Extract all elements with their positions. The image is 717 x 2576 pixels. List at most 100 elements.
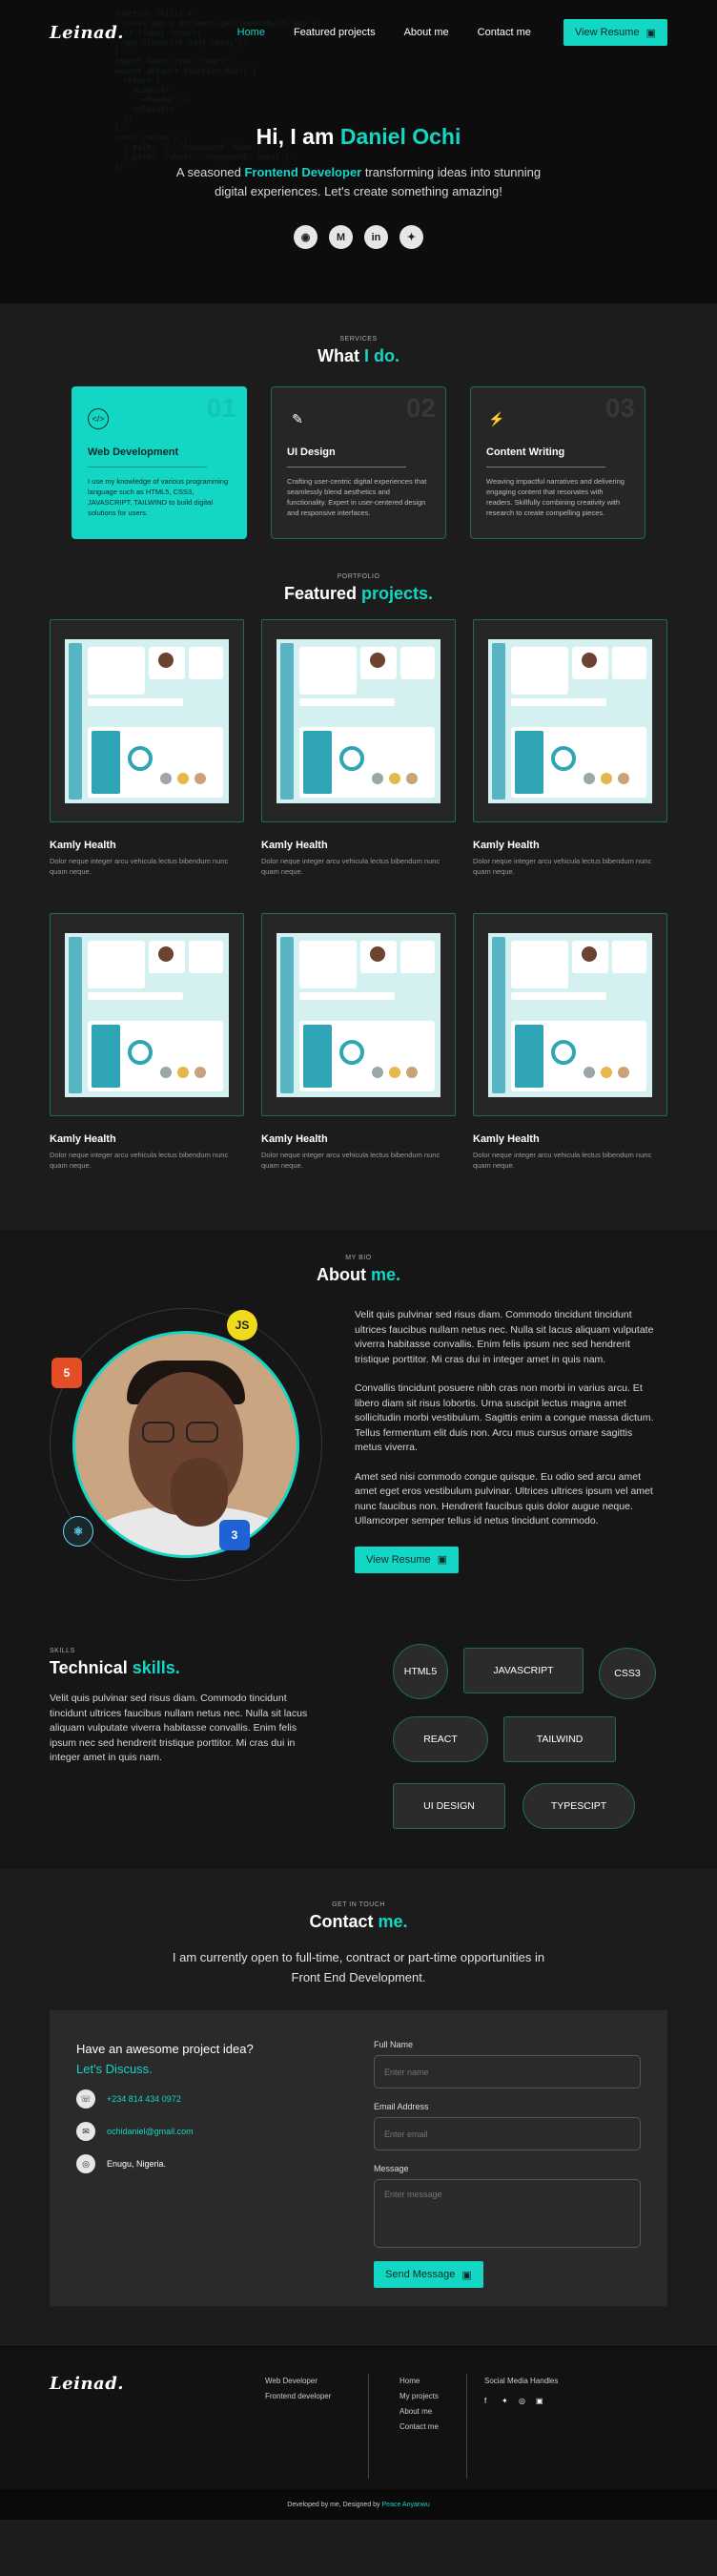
contact-title: Contact me.: [309, 1912, 408, 1931]
services-section: SERVICES What I do. 01 </> Web Developme…: [0, 303, 717, 539]
project-card[interactable]: Kamly Health Dolor neque integer arcu ve…: [473, 619, 667, 913]
services-title-accent: I do: [363, 346, 395, 365]
hero-content: Hi, I am Daniel Ochi A seasoned Frontend…: [0, 124, 717, 249]
linkedin-icon[interactable]: ▣: [536, 2394, 545, 2405]
project-thumbnail[interactable]: [50, 913, 244, 1116]
contact-location: ◎ Enugu, Nigeria.: [76, 2154, 353, 2173]
footer-link-about[interactable]: About me: [399, 2404, 466, 2420]
hero-greeting: Hi, I am: [256, 124, 340, 149]
service-title: Web Development: [88, 447, 179, 458]
contact-info: Have an awesome project idea? Let's Disc…: [76, 2042, 353, 2275]
briefcase-icon: ▣: [645, 27, 656, 39]
project-title: Kamly Health: [50, 840, 116, 851]
briefcase-icon: ▣: [437, 1554, 448, 1566]
about-label: MY BIO: [345, 1255, 372, 1261]
contact-box: Have an awesome project idea? Let's Disc…: [50, 2010, 667, 2306]
project-desc: Dolor neque integer arcu vehicula lectus…: [50, 1151, 229, 1170]
location-icon: ◎: [76, 2154, 95, 2173]
project-card[interactable]: Kamly Health Dolor neque integer arcu ve…: [473, 913, 667, 1207]
skills-title-accent: skills: [132, 1658, 175, 1677]
design-icon: ✎: [292, 410, 303, 426]
footer-logo[interactable]: Leinad.: [50, 2374, 265, 2394]
skills-title-pre: Technical: [50, 1658, 133, 1677]
phone-text: +234 814 434 0972: [107, 2094, 181, 2104]
javascript-icon: JS: [227, 1310, 257, 1340]
project-card[interactable]: Kamly Health Dolor neque integer arcu ve…: [50, 619, 244, 913]
project-card[interactable]: Kamly Health Dolor neque integer arcu ve…: [50, 913, 244, 1207]
send-message-label: Send Message: [385, 2269, 456, 2280]
contact-sub2: Front End Development.: [291, 1970, 426, 1984]
magic-wand-icon: ⚡: [488, 410, 505, 426]
service-number: 02: [405, 393, 436, 423]
skills-cloud: HTML5 JAVASCRIPT CSS3 REACT TAILWIND UI …: [393, 1644, 660, 1835]
service-desc: Crafting user-centric digital experience…: [287, 477, 427, 517]
footer: Leinad. Web Developer Frontend developer…: [0, 2346, 717, 2520]
twitter-icon[interactable]: ✦: [502, 2394, 511, 2405]
instagram-icon[interactable]: ◎: [519, 2394, 528, 2405]
project-thumbnail[interactable]: [50, 619, 244, 822]
name-label: Full Name: [374, 2040, 414, 2049]
project-card[interactable]: Kamly Health Dolor neque integer arcu ve…: [261, 913, 456, 1207]
service-card[interactable]: 02 ✎ UI Design Crafting user-centric dig…: [271, 386, 446, 539]
projects-title: Featured projects.: [283, 584, 434, 603]
linkedin-icon[interactable]: in: [364, 225, 388, 249]
hero-sub-post: transforming ideas into stunning: [361, 165, 542, 179]
nav-link-about[interactable]: About me: [404, 27, 449, 38]
service-card[interactable]: 01 </> Web Development I use my knowledg…: [72, 386, 247, 539]
view-resume-label: View Resume: [574, 27, 640, 38]
email-input[interactable]: [374, 2117, 641, 2150]
nav-link-projects[interactable]: Featured projects: [294, 27, 376, 38]
project-thumbnail[interactable]: [261, 619, 456, 822]
contact-section: GET IN TOUCH Contact me. I am currently …: [0, 1869, 717, 2346]
project-screenshot: [488, 932, 652, 1097]
service-card[interactable]: 03 ⚡ Content Writing Weaving impactful n…: [470, 386, 645, 539]
contact-discuss: Let's Discuss.: [76, 2062, 153, 2076]
project-thumbnail[interactable]: [261, 913, 456, 1116]
footer-link-home[interactable]: Home: [399, 2374, 466, 2389]
project-desc: Dolor neque integer arcu vehicula lectus…: [473, 1151, 652, 1170]
twitter-icon[interactable]: ✦: [399, 225, 423, 249]
hero-sub-pre: A seasoned: [175, 165, 245, 179]
about-title-accent: me: [370, 1265, 396, 1284]
footer-links: Home My projects About me Contact me: [399, 2374, 466, 2479]
message-label: Message: [374, 2164, 409, 2173]
projects-label: PORTFOLIO: [337, 573, 380, 580]
projects-grid: Kamly Health Dolor neque integer arcu ve…: [0, 619, 717, 1207]
footer-socials: Social Media Handles f ✦ ◎ ▣: [484, 2374, 558, 2479]
project-screenshot: [277, 638, 440, 803]
html5-icon: 5: [51, 1358, 82, 1388]
project-title: Kamly Health: [261, 1133, 328, 1145]
view-resume-button[interactable]: View Resume ▣: [563, 19, 667, 46]
footer-roles: Web Developer Frontend developer: [265, 2374, 368, 2479]
logo[interactable]: Leinad.: [50, 23, 124, 43]
service-number: 01: [206, 393, 236, 423]
about-paragraph: Amet sed nisi commodo congue quisque. Eu…: [355, 1470, 653, 1527]
footer-link-contact[interactable]: Contact me: [399, 2420, 466, 2435]
mail-icon[interactable]: M: [329, 225, 353, 249]
github-icon[interactable]: ◉: [294, 225, 318, 249]
facebook-icon[interactable]: f: [484, 2394, 494, 2405]
footer-role: Web Developer: [265, 2377, 318, 2385]
send-message-button[interactable]: Send Message ▣: [374, 2261, 483, 2288]
project-desc: Dolor neque integer arcu vehicula lectus…: [261, 857, 440, 876]
contact-phone[interactable]: ☏ +234 814 434 0972: [76, 2089, 353, 2109]
about-section: MY BIO About me. JS 5 ⚛ 3 Velit quis pul…: [0, 1230, 717, 1869]
project-thumbnail[interactable]: [473, 619, 667, 822]
skills-label: SKILLS: [50, 1648, 75, 1654]
contact-email[interactable]: ✉ ochidaniel@gmail.com: [76, 2122, 353, 2141]
nav-link-home[interactable]: Home: [237, 27, 265, 38]
service-title: Content Writing: [486, 447, 565, 458]
message-input[interactable]: [374, 2179, 641, 2248]
designer-link[interactable]: Peace Anyanwu: [382, 2502, 430, 2508]
contact-sub1: I am currently open to full-time, contra…: [172, 1950, 545, 1964]
project-card[interactable]: Kamly Health Dolor neque integer arcu ve…: [261, 619, 456, 913]
projects-title-pre: Featured: [283, 584, 361, 603]
about-resume-button[interactable]: View Resume ▣: [355, 1546, 460, 1573]
footer-link-projects[interactable]: My projects: [399, 2389, 466, 2404]
name-input[interactable]: [374, 2055, 641, 2088]
nav-link-contact[interactable]: Contact me: [478, 27, 531, 38]
project-thumbnail[interactable]: [473, 913, 667, 1116]
projects-title-accent: projects: [360, 584, 429, 603]
email-text: ochidaniel@gmail.com: [107, 2127, 194, 2136]
skills-section: SKILLS Technical skills. Velit quis pulv…: [0, 1644, 717, 1835]
